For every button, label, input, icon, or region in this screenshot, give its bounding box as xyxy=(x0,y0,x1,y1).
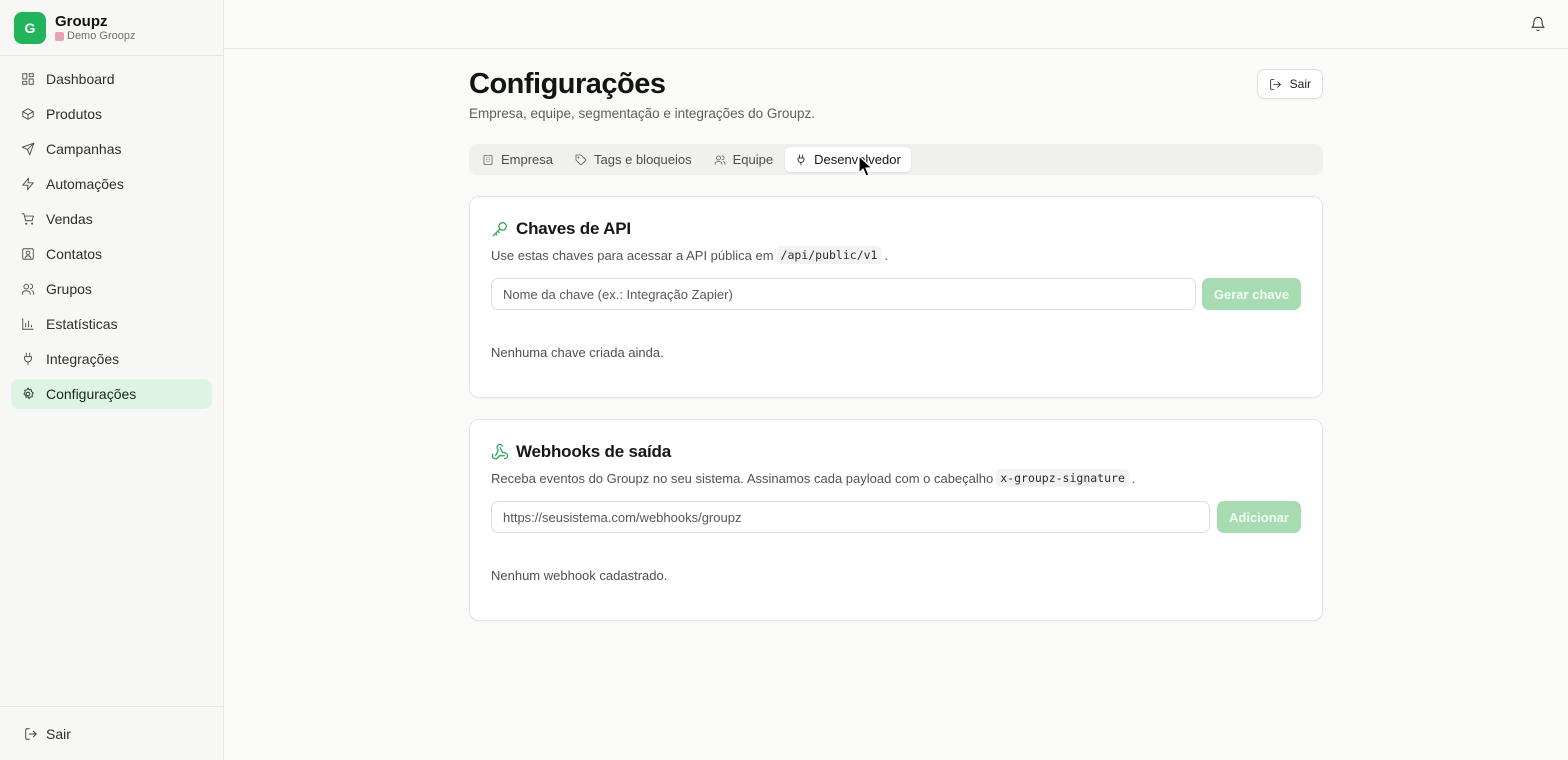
gift-icon xyxy=(55,31,64,41)
bar-chart-icon xyxy=(22,318,34,330)
signature-header-code: x-groupz-signature xyxy=(996,469,1129,487)
sidebar-item-dashboard[interactable]: Dashboard xyxy=(11,64,212,94)
bell-icon xyxy=(1531,16,1545,32)
zap-icon xyxy=(22,177,34,191)
tab-empresa[interactable]: Empresa xyxy=(472,147,563,172)
sidebar-item-label: Integrações xyxy=(46,351,120,367)
logout-label: Sair xyxy=(1289,77,1311,91)
api-keys-desc-suffix: . xyxy=(884,247,889,263)
building-icon xyxy=(483,154,493,165)
users-icon xyxy=(21,283,35,295)
sidebar-logout-button[interactable]: Sair xyxy=(0,706,223,760)
brand-name: Groupz xyxy=(55,12,108,30)
mouse-cursor-icon xyxy=(858,155,873,177)
settings-tabs: Empresa Tags e bloqueios Equipe Desenvol… xyxy=(469,144,1323,175)
brand-text: Groupz Demo Groopz xyxy=(55,13,135,43)
sidebar-item-campanhas[interactable]: Campanhas xyxy=(11,134,212,164)
sidebar-item-contatos[interactable]: Contatos xyxy=(11,239,212,269)
api-keys-desc-text: Use estas chaves para acessar a API públ… xyxy=(491,247,774,263)
sidebar-item-label: Contatos xyxy=(46,246,103,262)
package-icon xyxy=(22,108,34,120)
key-icon xyxy=(492,222,507,237)
webhooks-desc-suffix: . xyxy=(1131,470,1136,486)
tab-desenvolvedor[interactable]: Desenvolvedor xyxy=(785,147,911,172)
api-key-name-input[interactable] xyxy=(491,278,1196,310)
sidebar-nav: Dashboard Produtos Campanhas Automações … xyxy=(0,56,223,422)
logout-icon xyxy=(25,727,37,740)
webhook-url-input[interactable] xyxy=(491,501,1210,533)
webhooks-header: Webhooks de saída xyxy=(491,442,671,462)
api-path-code: /api/public/v1 xyxy=(776,246,882,264)
sidebar-item-label: Configurações xyxy=(46,386,137,402)
sidebar-item-produtos[interactable]: Produtos xyxy=(11,99,212,129)
sidebar-item-vendas[interactable]: Vendas xyxy=(11,204,212,234)
generate-key-button[interactable]: Gerar chave xyxy=(1202,278,1301,310)
webhook-icon xyxy=(491,443,509,460)
webhooks-card: Webhooks de saída Receba eventos do Grou… xyxy=(469,419,1323,621)
logout-icon xyxy=(1269,78,1281,90)
topbar xyxy=(224,0,1568,49)
sidebar-item-label: Grupos xyxy=(46,281,92,297)
webhooks-empty-state: Nenhum webhook cadastrado. xyxy=(491,568,668,583)
users-icon xyxy=(714,154,726,165)
sidebar-item-label: Dashboard xyxy=(46,71,115,87)
gear-icon xyxy=(23,387,34,400)
api-keys-header: Chaves de API xyxy=(491,219,631,239)
logout-label: Sair xyxy=(46,725,71,742)
dashboard-icon xyxy=(22,73,34,85)
sidebar-item-grupos[interactable]: Grupos xyxy=(11,274,212,304)
header-logout-button[interactable]: Sair xyxy=(1256,69,1323,99)
sidebar-item-integracoes[interactable]: Integrações xyxy=(11,344,212,374)
webhooks-description: Receba eventos do Groupz no seu sistema.… xyxy=(491,469,1136,487)
tab-label: Tags e bloqueios xyxy=(594,152,692,167)
plug-icon xyxy=(24,352,32,366)
app-window: G Groupz Demo Groopz Dashboard Produtos … xyxy=(0,0,1568,760)
sidebar-item-configuracoes[interactable]: Configurações xyxy=(11,379,212,409)
brand-logo: G xyxy=(14,11,46,44)
webhooks-title: Webhooks de saída xyxy=(516,442,671,461)
tab-label: Equipe xyxy=(732,152,774,167)
add-webhook-button[interactable]: Adicionar xyxy=(1217,501,1301,533)
tag-icon xyxy=(575,154,587,165)
api-keys-title: Chaves de API xyxy=(516,219,631,238)
cart-icon xyxy=(21,213,34,225)
workspace-name: Demo Groopz xyxy=(55,30,135,43)
sidebar-item-label: Campanhas xyxy=(46,141,122,157)
api-keys-description: Use estas chaves para acessar a API públ… xyxy=(491,246,888,264)
page-subtitle: Empresa, equipe, segmentação e integraçõ… xyxy=(469,106,815,121)
sidebar: G Groupz Demo Groopz Dashboard Produtos … xyxy=(0,0,224,760)
workspace-label: Demo Groopz xyxy=(67,29,136,42)
page-title: Configurações xyxy=(469,68,666,100)
sidebar-item-label: Produtos xyxy=(46,106,103,122)
api-keys-card: Chaves de API Use estas chaves para aces… xyxy=(469,196,1323,398)
sidebar-item-label: Vendas xyxy=(46,211,93,227)
contact-icon xyxy=(22,248,34,260)
tab-label: Empresa xyxy=(501,152,554,167)
sidebar-item-automacoes[interactable]: Automações xyxy=(11,169,212,199)
webhooks-desc-text: Receba eventos do Groupz no seu sistema.… xyxy=(491,470,994,486)
send-icon xyxy=(21,142,35,156)
sidebar-item-estatisticas[interactable]: Estatísticas xyxy=(11,309,212,339)
plug-icon xyxy=(797,154,805,165)
api-keys-empty-state: Nenhuma chave criada ainda. xyxy=(491,345,664,360)
notifications-button[interactable] xyxy=(1530,16,1546,32)
tab-tags-bloqueios[interactable]: Tags e bloqueios xyxy=(565,147,702,172)
sidebar-item-label: Automações xyxy=(46,176,124,192)
sidebar-item-label: Estatísticas xyxy=(46,316,118,332)
tab-equipe[interactable]: Equipe xyxy=(704,147,783,172)
brand-header[interactable]: G Groupz Demo Groopz xyxy=(0,0,223,56)
